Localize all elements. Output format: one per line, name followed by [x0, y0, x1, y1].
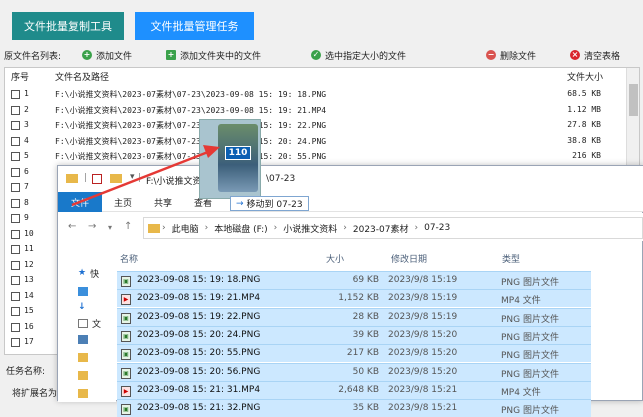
file-size: 35 KB [352, 403, 379, 414]
file-row[interactable]: ▣ 2023-09-08 15: 21: 32.PNG 35 KB 2023/9/8 … [117, 399, 591, 417]
arrow-line [71, 150, 209, 207]
file-name: 2023-09-08 15: 21: 32.PNG [137, 403, 261, 414]
annotation-arrow [71, 145, 220, 207]
file-type: PNG 图片文件 [501, 406, 559, 417]
file-date: 2023/9/8 15:21 [388, 403, 458, 414]
arrow-head [203, 145, 220, 158]
image-file-icon: ▣ [121, 404, 131, 416]
